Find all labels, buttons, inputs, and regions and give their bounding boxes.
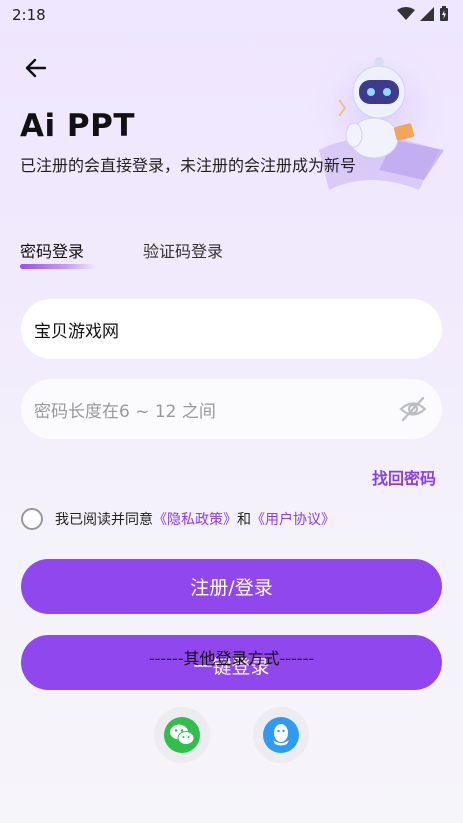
signal-icon	[420, 7, 434, 21]
tab-code-login[interactable]: 验证码登录	[143, 238, 223, 262]
arrow-left-icon	[25, 58, 47, 78]
qq-login-button[interactable]	[253, 707, 309, 763]
forgot-password-link[interactable]: 找回密码	[372, 465, 436, 489]
password-field[interactable]: 密码长度在6 ~ 12 之间	[21, 379, 442, 439]
status-icons	[397, 6, 449, 22]
wifi-icon	[397, 7, 415, 20]
username-field[interactable]: 宝贝游戏网	[21, 299, 442, 359]
password-placeholder: 密码长度在6 ~ 12 之间	[34, 401, 216, 422]
wechat-login-button[interactable]	[154, 707, 210, 763]
other-login-divider: ------其他登录方式------	[148, 649, 315, 668]
login-register-button[interactable]: 注册/登录	[21, 559, 442, 614]
battery-icon	[440, 6, 448, 21]
agreement-checkbox[interactable]	[21, 508, 43, 530]
active-tab-indicator	[20, 264, 96, 269]
agreement-and: 和	[237, 512, 251, 528]
username-value: 宝贝游戏网	[34, 321, 119, 342]
user-agreement-link[interactable]: 《用户协议》	[251, 509, 335, 529]
back-button[interactable]	[20, 52, 52, 84]
status-time: 2:18	[12, 6, 46, 24]
tab-password-login[interactable]: 密码登录	[20, 238, 84, 262]
wechat-icon	[164, 717, 200, 753]
privacy-policy-link[interactable]: 《隐私政策》	[153, 509, 237, 529]
qq-icon	[263, 717, 299, 753]
app-title: Ai PPT	[20, 108, 135, 144]
eye-off-icon[interactable]	[398, 394, 428, 424]
login-register-label: 注册/登录	[190, 577, 273, 599]
agreement-row: 我已阅读并同意 《隐私政策》 和 《用户协议》	[21, 508, 335, 530]
agreement-prefix: 我已阅读并同意	[55, 512, 153, 528]
page-subtitle: 已注册的会直接登录，未注册的会注册成为新号	[20, 156, 357, 175]
